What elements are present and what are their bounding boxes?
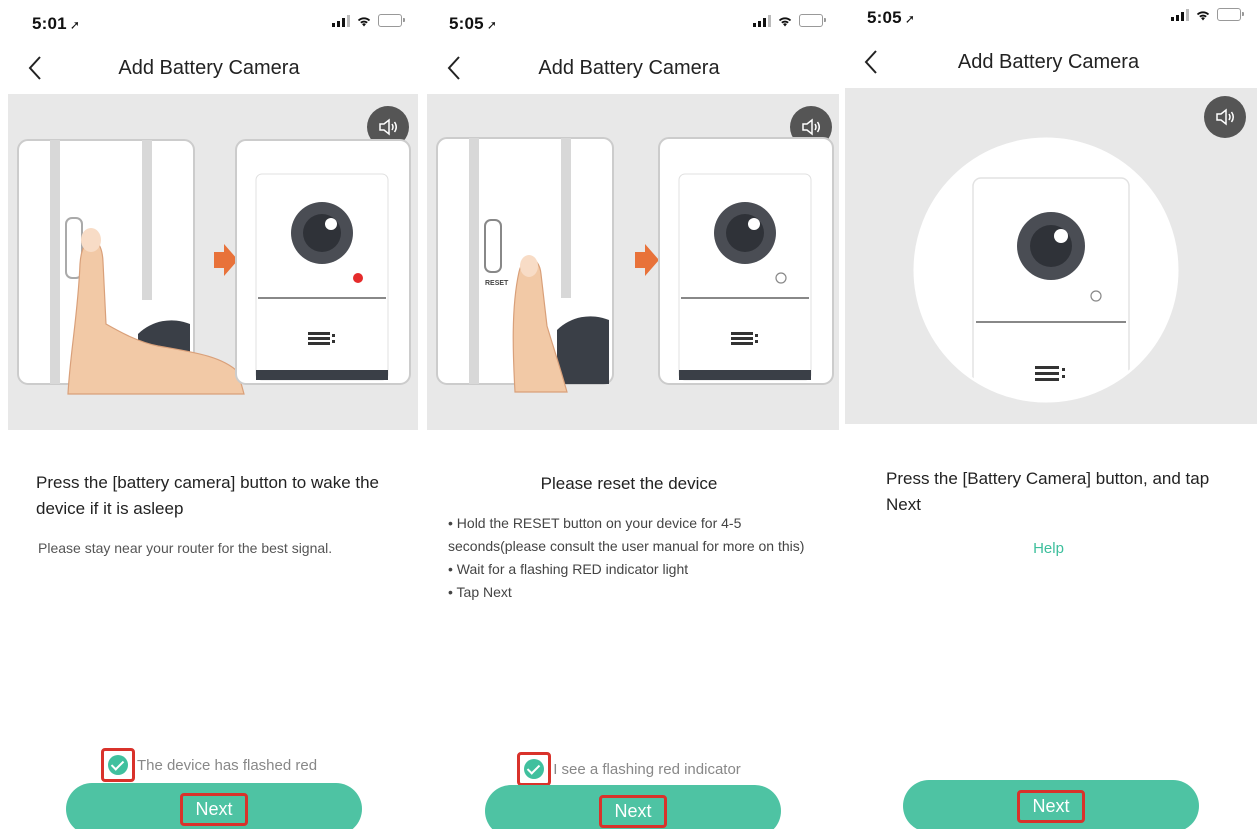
instruction-bullets: • Hold the RESET button on your device f… (448, 512, 828, 604)
battery-icon (378, 14, 405, 27)
status-time: 5:05 ➚ (449, 14, 498, 33)
next-highlight: Next (599, 794, 667, 828)
status-bar: 5:05 ➚ (840, 0, 1257, 40)
bullet-item: • Tap Next (448, 584, 512, 600)
next-button[interactable]: Next (485, 785, 781, 829)
battery-icon (1217, 8, 1244, 21)
status-bar: 5:01 ➚ (0, 0, 418, 40)
wifi-icon (778, 16, 792, 26)
illustration-panel (8, 94, 418, 430)
instruction-title: Please reset the device (540, 474, 718, 493)
screen-press-button: 5:05 ➚ Add Battery Camera Press the [Bat… (840, 0, 1257, 829)
checkbox-label: The device has flashed red (136, 756, 318, 774)
next-highlight: Next (180, 792, 248, 826)
checkbox-highlight (517, 752, 552, 786)
nav-bar: Add Battery Camera (0, 48, 418, 88)
battery-icon (799, 14, 826, 27)
instruction-subtitle: Please stay near your router for the bes… (38, 540, 333, 556)
wake-camera-illustration (17, 139, 411, 395)
next-button-label: Next (1032, 795, 1070, 816)
checkbox[interactable] (524, 759, 545, 779)
status-time: 5:01 ➚ (32, 14, 81, 33)
wifi-icon (1196, 10, 1210, 20)
signal-icon (332, 14, 350, 27)
screen-reset-device: 5:05 ➚ Add Battery Camera RESET Please r… (419, 0, 839, 829)
bullet-item: • Hold the RESET button on your device f… (448, 515, 805, 554)
screen-wake-camera: 5:01 ➚ Add Battery Camera Press the [bat… (0, 0, 418, 829)
next-button-label: Next (614, 800, 652, 821)
wifi-icon (357, 16, 371, 26)
next-button[interactable]: Next (903, 780, 1199, 829)
illustration-panel: RESET (427, 94, 839, 430)
status-bar: 5:05 ➚ (419, 0, 839, 40)
reset-button-label: RESET (485, 280, 509, 287)
status-time: 5:05 ➚ (867, 8, 916, 27)
page-title: Add Battery Camera (957, 51, 1140, 73)
signal-icon (1171, 8, 1189, 21)
illustration-panel (845, 88, 1257, 424)
signal-icon (753, 14, 771, 27)
checkbox-highlight (100, 748, 135, 782)
nav-bar: Add Battery Camera (419, 48, 839, 88)
instruction-title: Press the [Battery Camera] button, and t… (886, 469, 1210, 514)
next-highlight: Next (1017, 789, 1085, 823)
reset-device-illustration (436, 137, 834, 393)
bullet-item: • Wait for a flashing RED indicator ligh… (448, 561, 689, 577)
next-button[interactable]: Next (66, 783, 362, 829)
confirm-checkbox-row[interactable]: The device has flashed red (0, 748, 418, 782)
confirm-checkbox-row[interactable]: I see a flashing red indicator (419, 752, 839, 786)
page-title: Add Battery Camera (118, 57, 300, 79)
nav-bar: Add Battery Camera (840, 42, 1257, 82)
instruction-title: Press the [battery camera] button to wak… (36, 473, 380, 518)
help-link[interactable]: Help (840, 540, 1257, 557)
checkbox[interactable] (107, 755, 128, 775)
page-title: Add Battery Camera (538, 57, 720, 79)
press-button-illustration (913, 137, 1179, 403)
next-button-label: Next (195, 798, 233, 819)
checkbox-label: I see a flashing red indicator (553, 760, 741, 778)
